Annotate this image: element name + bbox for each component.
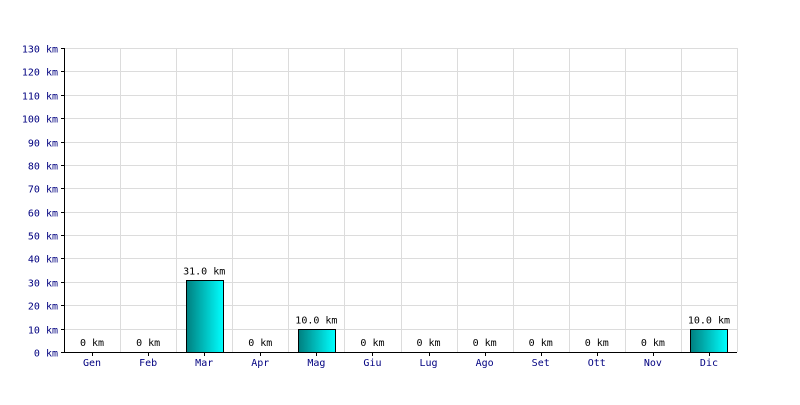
- x-tick-label: Giu: [363, 358, 381, 369]
- x-tick-label: Set: [532, 358, 550, 369]
- data-label-mar: 31.0 km: [183, 267, 225, 278]
- x-tick-label: Gen: [83, 358, 101, 369]
- x-tick-label: Apr: [251, 358, 269, 369]
- data-label-apr: 0 km: [248, 338, 272, 349]
- x-tick-label: Mag: [307, 358, 325, 369]
- bar-dic: [690, 329, 728, 353]
- x-tick-label: Feb: [139, 358, 157, 369]
- data-label-lug: 0 km: [416, 338, 440, 349]
- x-tick-label: Lug: [420, 358, 438, 369]
- x-tick-label: Ott: [588, 358, 606, 369]
- y-tick-label: 60 km: [28, 209, 58, 220]
- data-label-ott: 0 km: [585, 338, 609, 349]
- axes: [61, 48, 737, 356]
- data-label-feb: 0 km: [136, 338, 160, 349]
- x-tick-label: Ago: [476, 358, 494, 369]
- data-label-gen: 0 km: [80, 338, 104, 349]
- grid-lines: [64, 48, 738, 353]
- bar-chart: 0 km Gen 0 km Feb 31.0 km Mar 0 km Apr 10.0 km Ma…: [22, 45, 738, 370]
- y-tick-label: 70 km: [28, 185, 58, 196]
- y-tick-label: 120 km: [22, 68, 58, 79]
- y-tick-label: 130 km: [22, 45, 58, 56]
- y-tick-label: 10 km: [28, 326, 58, 337]
- y-tick-label: 20 km: [28, 302, 58, 313]
- y-tick-label: 90 km: [28, 139, 58, 150]
- data-label-dic: 10.0 km: [688, 316, 730, 327]
- y-tick-label: 40 km: [28, 255, 58, 266]
- y-tick-label: 100 km: [22, 115, 58, 126]
- x-tick-label: Nov: [644, 358, 662, 369]
- x-tick-label: Dic: [700, 358, 718, 369]
- y-tick-label: 30 km: [28, 279, 58, 290]
- y-tick-label: 50 km: [28, 232, 58, 243]
- data-label-set: 0 km: [529, 338, 553, 349]
- y-tick-label: 80 km: [28, 162, 58, 173]
- data-label-mag: 10.0 km: [295, 316, 337, 327]
- data-label-giu: 0 km: [360, 338, 384, 349]
- chart-container: 0 km Gen 0 km Feb 31.0 km Mar 0 km Apr 10.0 km Ma…: [0, 0, 800, 400]
- y-tick-label: 0 km: [34, 349, 58, 360]
- data-label-ago: 0 km: [473, 338, 497, 349]
- bar-mag: [298, 329, 336, 353]
- bar-mar: [186, 280, 224, 353]
- y-tick-label: 110 km: [22, 92, 58, 103]
- x-tick-label: Mar: [195, 358, 213, 369]
- labels: 0 km Gen 0 km Feb 31.0 km Mar 0 km Apr 10.0 km Ma…: [22, 45, 730, 370]
- data-label-nov: 0 km: [641, 338, 665, 349]
